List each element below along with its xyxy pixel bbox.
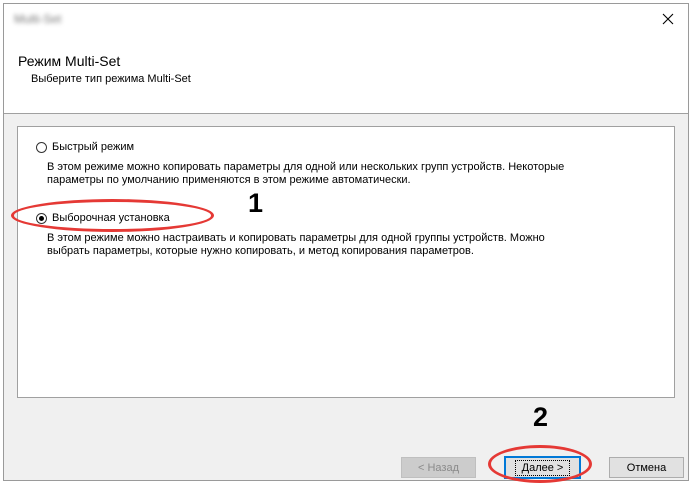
window-title: Multi-Set [14,12,62,26]
description-line: выбрать параметры, которые нужно копиров… [47,245,474,257]
title-bar: Multi-Set [4,4,688,34]
custom-setup-description: В этом режиме можно настраивать и копиро… [47,232,667,258]
close-button[interactable] [648,4,688,34]
options-panel: Быстрый режим В этом режиме можно копиро… [17,126,675,398]
description-line: В этом режиме можно копировать параметры… [47,161,565,173]
page-subtitle: Выберите тип режима Multi-Set [31,73,191,85]
annotation-ellipse-step1 [11,199,214,232]
annotation-number-2: 2 [533,402,549,432]
description-line: параметры по умолчанию применяются в это… [47,174,411,186]
annotation-ellipse-step2 [488,445,592,483]
wizard-header: Режим Multi-Set Выберите тип режима Mult… [4,34,688,114]
annotation-number-1: 1 [248,188,264,218]
multi-set-dialog: Multi-Set Режим Multi-Set Выберите тип р… [3,3,689,481]
radio-label: Быстрый режим [52,141,135,153]
back-button[interactable]: < Назад [401,457,476,478]
radio-button-icon[interactable] [36,141,47,153]
description-line: В этом режиме можно настраивать и копиро… [47,232,545,244]
quick-mode-description: В этом режиме можно копировать параметры… [47,161,667,187]
page-title: Режим Multi-Set [18,53,121,69]
cancel-button[interactable]: Отмена [609,457,684,478]
close-icon [662,13,674,25]
radio-quick-mode[interactable]: Быстрый режим [36,141,134,153]
